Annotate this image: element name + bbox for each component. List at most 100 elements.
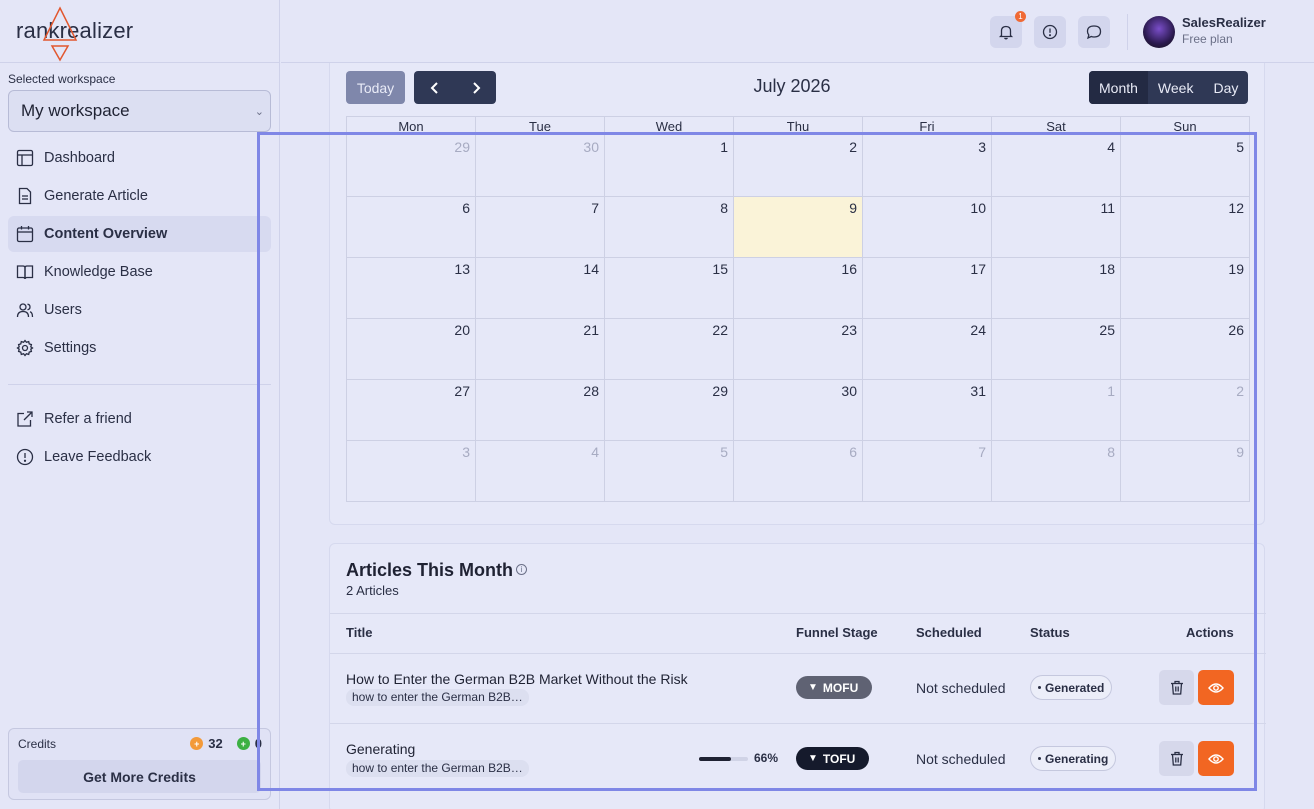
bell-icon bbox=[998, 25, 1014, 40]
calendar-day[interactable]: 10 bbox=[863, 197, 992, 257]
sidebar-item-content-overview[interactable]: Content Overview bbox=[8, 216, 271, 252]
calendar-day[interactable]: 2 bbox=[1121, 380, 1250, 440]
sidebar-secondary-nav: Refer a friend Leave Feedback bbox=[8, 401, 271, 477]
topbar-separator bbox=[1127, 14, 1128, 50]
sidebar-item-users[interactable]: Users bbox=[8, 292, 271, 328]
calendar-day[interactable]: 30 bbox=[734, 380, 863, 440]
weekday-label: Fri bbox=[863, 117, 992, 136]
sidebar-item-knowledge-base[interactable]: Knowledge Base bbox=[8, 254, 271, 290]
weekday-label: Sun bbox=[1173, 119, 1197, 134]
progress-fill bbox=[699, 757, 732, 761]
view-week-button[interactable]: Week bbox=[1148, 71, 1204, 104]
info-button[interactable] bbox=[1034, 16, 1066, 48]
calendar-day[interactable]: 5 bbox=[605, 441, 734, 501]
sidebar-item-label: Refer a friend bbox=[44, 411, 132, 427]
sidebar-item-leave-feedback[interactable]: Leave Feedback bbox=[8, 439, 271, 475]
calendar-day[interactable]: 18 bbox=[992, 258, 1121, 318]
delete-button[interactable] bbox=[1159, 741, 1194, 776]
calendar-day[interactable]: 1 bbox=[992, 380, 1121, 440]
external-link-icon bbox=[17, 411, 33, 427]
gear-icon bbox=[16, 339, 34, 357]
next-month-button[interactable] bbox=[455, 71, 496, 104]
chat-bubble-icon bbox=[1086, 25, 1102, 40]
sidebar-item-generate-article[interactable]: Generate Article bbox=[8, 178, 271, 214]
view-switcher: Month Week Day bbox=[1089, 71, 1249, 104]
calendar-day[interactable]: 28 bbox=[476, 380, 605, 440]
weekday-label: Tue bbox=[476, 117, 605, 136]
calendar-week-row: 3456789 bbox=[346, 441, 1250, 502]
calendar-week-row: 6 7 8 9 10 11 12 bbox=[346, 197, 1250, 258]
prev-month-button[interactable] bbox=[414, 71, 455, 104]
calendar-day[interactable]: 1 bbox=[605, 136, 734, 196]
table-divider bbox=[330, 653, 1266, 654]
notifications-button[interactable]: 1 bbox=[990, 11, 1026, 48]
calendar-day[interactable]: 22 bbox=[605, 319, 734, 379]
calendar-day[interactable]: 2 bbox=[734, 136, 863, 196]
calendar-day[interactable]: 20 bbox=[347, 319, 476, 379]
calendar-icon bbox=[16, 226, 34, 243]
calendar-day[interactable]: 30 bbox=[476, 136, 605, 196]
calendar-day[interactable]: 19 bbox=[1121, 258, 1250, 318]
calendar-day[interactable]: 14 bbox=[476, 258, 605, 318]
calendar-day[interactable]: 24 bbox=[863, 319, 992, 379]
calendar-day[interactable]: 8 bbox=[992, 441, 1121, 501]
workspace-label: Selected workspace bbox=[8, 72, 116, 86]
get-more-credits-button[interactable]: Get More Credits bbox=[18, 760, 261, 793]
today-button[interactable]: Today bbox=[346, 71, 405, 104]
topbar: 1 SalesRealizer Free plan bbox=[281, 0, 1314, 63]
view-button[interactable] bbox=[1198, 670, 1234, 705]
info-icon[interactable]: i bbox=[516, 564, 527, 575]
calendar-day[interactable]: 27 bbox=[347, 380, 476, 440]
table-divider bbox=[330, 723, 1266, 724]
calendar-day[interactable]: 12 bbox=[1121, 197, 1250, 257]
credits-value-2: 0 bbox=[254, 736, 262, 751]
view-day-button[interactable]: Day bbox=[1203, 71, 1248, 104]
article-title[interactable]: How to Enter the German B2B Market Witho… bbox=[346, 671, 688, 687]
calendar-day[interactable]: 21 bbox=[476, 319, 605, 379]
sidebar-item-settings[interactable]: Settings bbox=[8, 330, 271, 366]
credits-label: Credits bbox=[18, 737, 57, 751]
calendar-day[interactable]: 5 bbox=[1121, 136, 1250, 196]
calendar-day[interactable]: 16 bbox=[734, 258, 863, 318]
calendar-day[interactable]: 29 bbox=[605, 380, 734, 440]
sidebar-item-dashboard[interactable]: Dashboard bbox=[8, 140, 271, 176]
view-month-button[interactable]: Month bbox=[1089, 71, 1148, 104]
calendar-day[interactable]: 11 bbox=[992, 197, 1121, 257]
sidebar-nav: Dashboard Generate Article Content Overv… bbox=[8, 140, 271, 368]
view-button[interactable] bbox=[1198, 741, 1234, 776]
messages-button[interactable] bbox=[1078, 16, 1110, 48]
calendar-day[interactable]: 7 bbox=[863, 441, 992, 501]
weekday-header: Mon Tue Wed Thu Fri Sat Sun bbox=[346, 116, 1250, 136]
column-header-actions: Actions bbox=[1186, 625, 1234, 640]
calendar-day[interactable]: 4 bbox=[476, 441, 605, 501]
calendar-day[interactable]: 23 bbox=[734, 319, 863, 379]
document-icon bbox=[18, 187, 32, 205]
calendar-day[interactable]: 6 bbox=[347, 197, 476, 257]
calendar-day[interactable]: 8 bbox=[605, 197, 734, 257]
calendar-day[interactable]: 26 bbox=[1121, 319, 1250, 379]
calendar-day[interactable]: 7 bbox=[476, 197, 605, 257]
calendar-day[interactable]: 13 bbox=[347, 258, 476, 318]
calendar-day[interactable]: 25 bbox=[992, 319, 1121, 379]
avatar[interactable] bbox=[1143, 16, 1175, 48]
article-title[interactable]: Generating bbox=[346, 741, 415, 757]
calendar-day[interactable]: 17 bbox=[863, 258, 992, 318]
credits-value-1: 32 bbox=[208, 736, 223, 751]
calendar-day[interactable]: 15 bbox=[605, 258, 734, 318]
funnel-icon: ▼ bbox=[808, 682, 818, 693]
calendar-day[interactable]: 9 bbox=[1121, 441, 1250, 501]
calendar-day[interactable]: 29 bbox=[347, 136, 476, 196]
calendar-day[interactable]: 3 bbox=[863, 136, 992, 196]
calendar-day[interactable]: 4 bbox=[992, 136, 1121, 196]
calendar-day[interactable]: 6 bbox=[734, 441, 863, 501]
delete-button[interactable] bbox=[1159, 670, 1194, 705]
weekday-label: Wed bbox=[605, 117, 734, 136]
calendar-day-today[interactable]: 9 bbox=[734, 197, 863, 257]
calendar-day[interactable]: 3 bbox=[347, 441, 476, 501]
user-plan: Free plan bbox=[1182, 32, 1233, 46]
sidebar-item-refer-a-friend[interactable]: Refer a friend bbox=[8, 401, 271, 437]
calendar-day[interactable]: 31 bbox=[863, 380, 992, 440]
articles-count: 2 Articles bbox=[346, 583, 399, 598]
workspace-select[interactable]: My workspace ⌄ bbox=[8, 90, 271, 132]
logo[interactable]: rankrealizer bbox=[0, 0, 279, 63]
